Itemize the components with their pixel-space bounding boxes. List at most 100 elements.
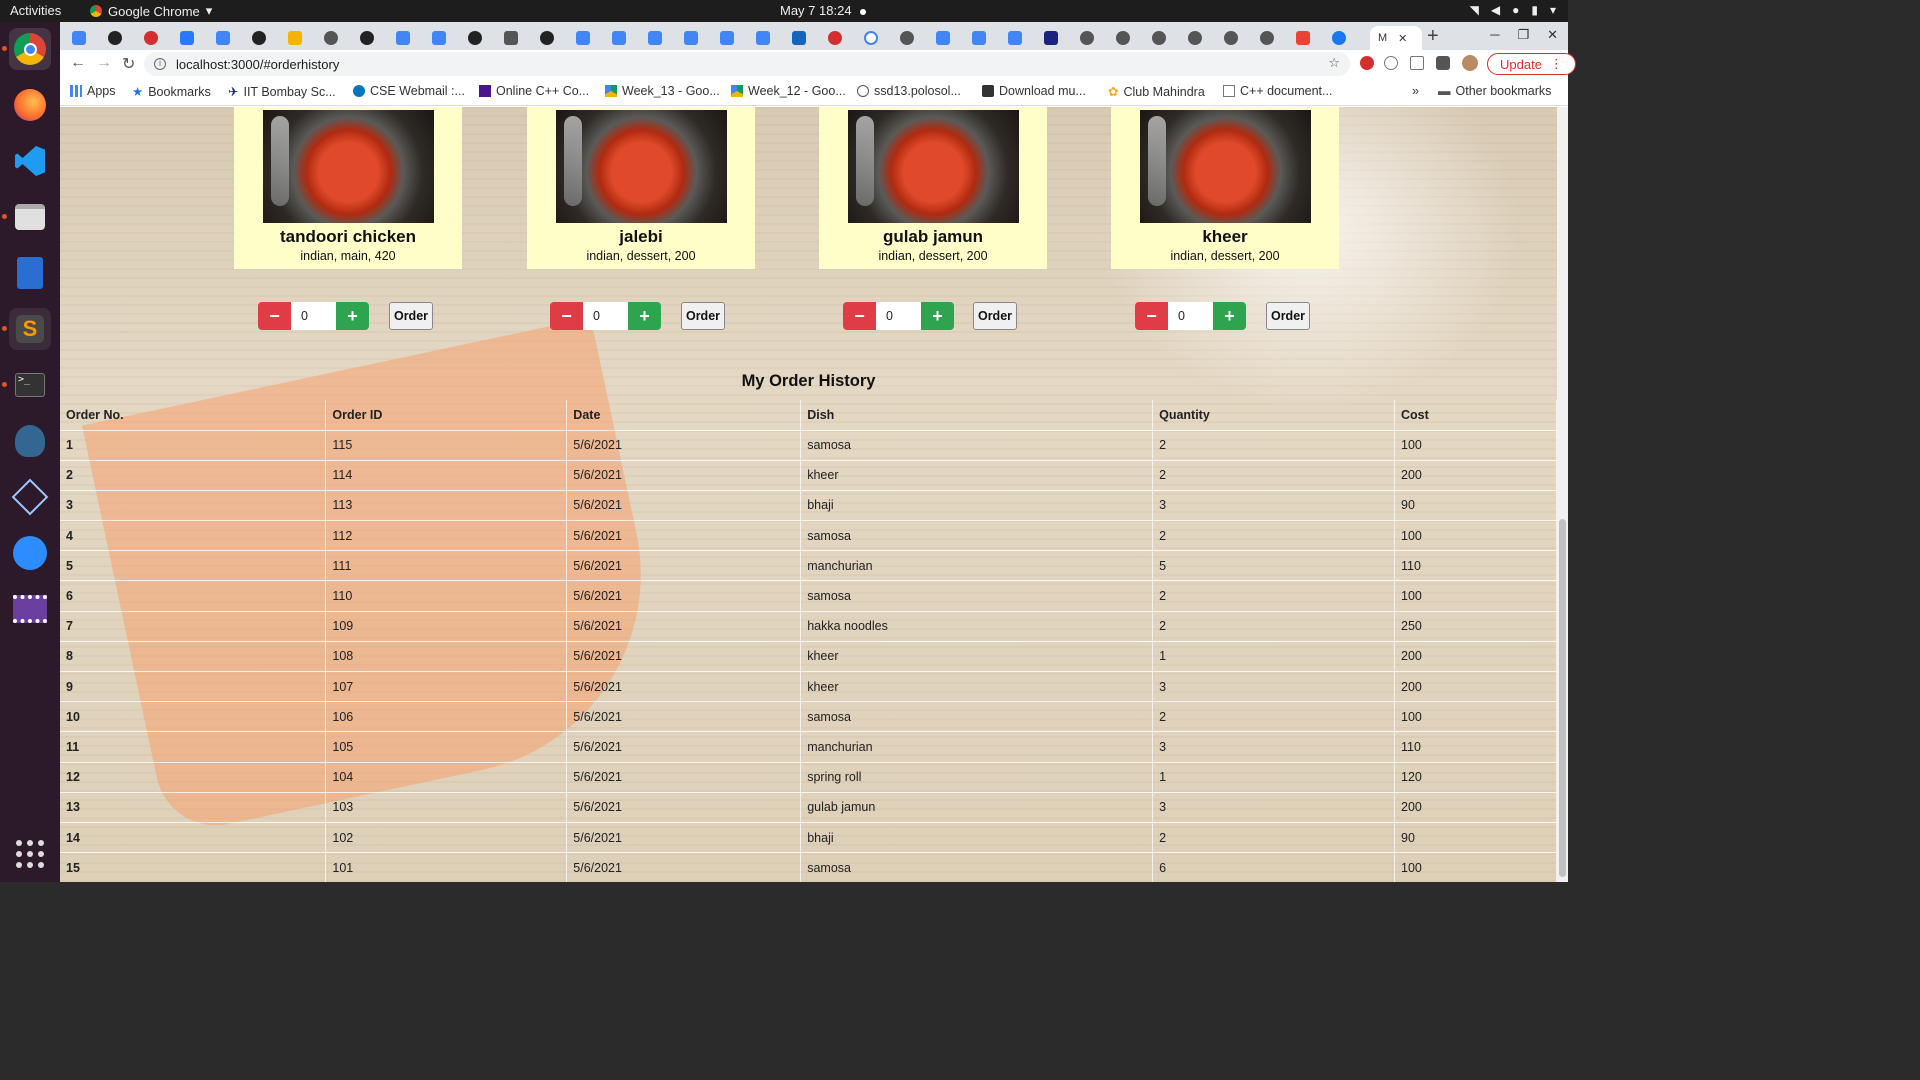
dock-virtualbox[interactable]: [9, 476, 51, 518]
tab[interactable]: [1152, 26, 1166, 50]
new-tab-button[interactable]: +: [1427, 25, 1439, 48]
tab[interactable]: [432, 26, 446, 50]
forward-arrow-icon[interactable]: →: [96, 54, 112, 72]
order-button[interactable]: Order: [973, 302, 1017, 330]
tab-active[interactable]: M ✕: [1370, 26, 1422, 50]
order-button[interactable]: Order: [389, 302, 433, 330]
dock-video-editor[interactable]: [9, 588, 51, 630]
dock-chrome[interactable]: [2, 28, 51, 70]
tab[interactable]: [864, 26, 878, 50]
quantity-input[interactable]: 0: [291, 302, 336, 330]
tab[interactable]: [324, 26, 338, 50]
tab[interactable]: [540, 26, 554, 50]
minimize-icon[interactable]: ─: [1490, 27, 1499, 43]
bookmarks-overflow-chevron-icon[interactable]: »: [1412, 84, 1419, 98]
clock[interactable]: May 7 18:24: [780, 3, 866, 18]
dock-terminal[interactable]: >_: [2, 364, 51, 406]
bookmark-star-icon[interactable]: ☆: [1328, 55, 1340, 71]
decrement-button[interactable]: −: [258, 302, 291, 330]
tab[interactable]: [936, 26, 950, 50]
tab[interactable]: [216, 26, 230, 50]
increment-button[interactable]: +: [921, 302, 954, 330]
tab[interactable]: [1296, 26, 1310, 50]
dock-files[interactable]: [2, 196, 51, 238]
tab[interactable]: [1044, 26, 1058, 50]
tab[interactable]: [828, 26, 842, 50]
tab[interactable]: [1224, 26, 1238, 50]
back-arrow-icon[interactable]: ←: [70, 54, 86, 72]
activities-button[interactable]: Activities: [10, 3, 61, 18]
puzzle-extensions-icon[interactable]: [1436, 56, 1450, 70]
tab[interactable]: [612, 26, 626, 50]
tab[interactable]: [684, 26, 698, 50]
bookmark-week-12[interactable]: Week_12 - Goo...: [731, 84, 846, 98]
tab[interactable]: [252, 26, 266, 50]
tab[interactable]: [1116, 26, 1130, 50]
dock-firefox[interactable]: [9, 84, 51, 126]
tab[interactable]: [1332, 26, 1346, 50]
bookmark-cse-webmail[interactable]: CSE Webmail :...: [353, 84, 465, 98]
decrement-button[interactable]: −: [1135, 302, 1168, 330]
adblock-extension-icon[interactable]: [1360, 56, 1374, 70]
tab[interactable]: [900, 26, 914, 50]
other-bookmarks[interactable]: ▬ Other bookmarks: [1438, 84, 1551, 98]
mail-extension-icon[interactable]: [1410, 56, 1424, 70]
quantity-input[interactable]: 0: [583, 302, 628, 330]
tab[interactable]: [1080, 26, 1094, 50]
increment-button[interactable]: +: [336, 302, 369, 330]
dock-zoom[interactable]: [9, 532, 51, 574]
address-bar[interactable]: i localhost:3000/#orderhistory ☆: [144, 52, 1350, 76]
order-button[interactable]: Order: [681, 302, 725, 330]
update-button[interactable]: Update ⋮: [1487, 53, 1576, 75]
info-icon[interactable]: i: [154, 58, 166, 70]
tab[interactable]: [504, 26, 518, 50]
quantity-input[interactable]: 0: [876, 302, 921, 330]
tab[interactable]: [360, 26, 374, 50]
reload-icon[interactable]: ↻: [122, 54, 135, 74]
tab[interactable]: [576, 26, 590, 50]
increment-button[interactable]: +: [628, 302, 661, 330]
bookmark-cpp-docs[interactable]: C++ document...: [1223, 84, 1332, 98]
tab[interactable]: [468, 26, 482, 50]
globe-extension-icon[interactable]: [1384, 56, 1398, 70]
bookmark-club-mahindra[interactable]: ✿ Club Mahindra: [1108, 84, 1205, 100]
system-tray[interactable]: ◥ ◀ ● ▮ ▾: [1470, 3, 1556, 17]
decrement-button[interactable]: −: [843, 302, 876, 330]
app-menu[interactable]: Google Chrome ▾: [90, 3, 212, 19]
tab[interactable]: [144, 26, 158, 50]
dock-postgres[interactable]: [9, 420, 51, 462]
increment-button[interactable]: +: [1213, 302, 1246, 330]
dock-vscode[interactable]: [9, 140, 51, 182]
tab[interactable]: [180, 26, 194, 50]
tab[interactable]: [720, 26, 734, 50]
bookmark-download[interactable]: Download mu...: [982, 84, 1086, 98]
bookmark-week-13[interactable]: Week_13 - Goo...: [605, 84, 720, 98]
close-tab-icon[interactable]: ✕: [1398, 32, 1407, 45]
bookmark-bookmarks[interactable]: ★ Bookmarks: [132, 84, 211, 100]
tab[interactable]: [648, 26, 662, 50]
bookmark-ssd13[interactable]: ssd13.polosol...: [857, 84, 961, 98]
tab[interactable]: [72, 26, 86, 50]
tab[interactable]: [1260, 26, 1274, 50]
tab[interactable]: [288, 26, 302, 50]
tab[interactable]: [792, 26, 806, 50]
order-button[interactable]: Order: [1266, 302, 1310, 330]
bookmark-apps[interactable]: Apps: [70, 84, 116, 98]
close-window-icon[interactable]: ✕: [1547, 27, 1558, 43]
bookmark-online-cpp[interactable]: Online C++ Co...: [479, 84, 589, 98]
tab[interactable]: [396, 26, 410, 50]
tab[interactable]: [1188, 26, 1202, 50]
tab[interactable]: [108, 26, 122, 50]
restore-icon[interactable]: ❐: [1517, 27, 1529, 43]
tab[interactable]: [1008, 26, 1022, 50]
tab[interactable]: [972, 26, 986, 50]
show-apps-grid-icon[interactable]: [16, 840, 44, 868]
quantity-input[interactable]: 0: [1168, 302, 1213, 330]
tab[interactable]: [756, 26, 770, 50]
bookmark-iit-bombay[interactable]: ✈ IIT Bombay Sc...: [228, 84, 336, 100]
dock-docs[interactable]: [9, 252, 51, 294]
page-scrollbar[interactable]: [1557, 107, 1568, 882]
decrement-button[interactable]: −: [550, 302, 583, 330]
dock-sublime[interactable]: S: [2, 308, 51, 350]
profile-avatar[interactable]: [1462, 55, 1478, 71]
